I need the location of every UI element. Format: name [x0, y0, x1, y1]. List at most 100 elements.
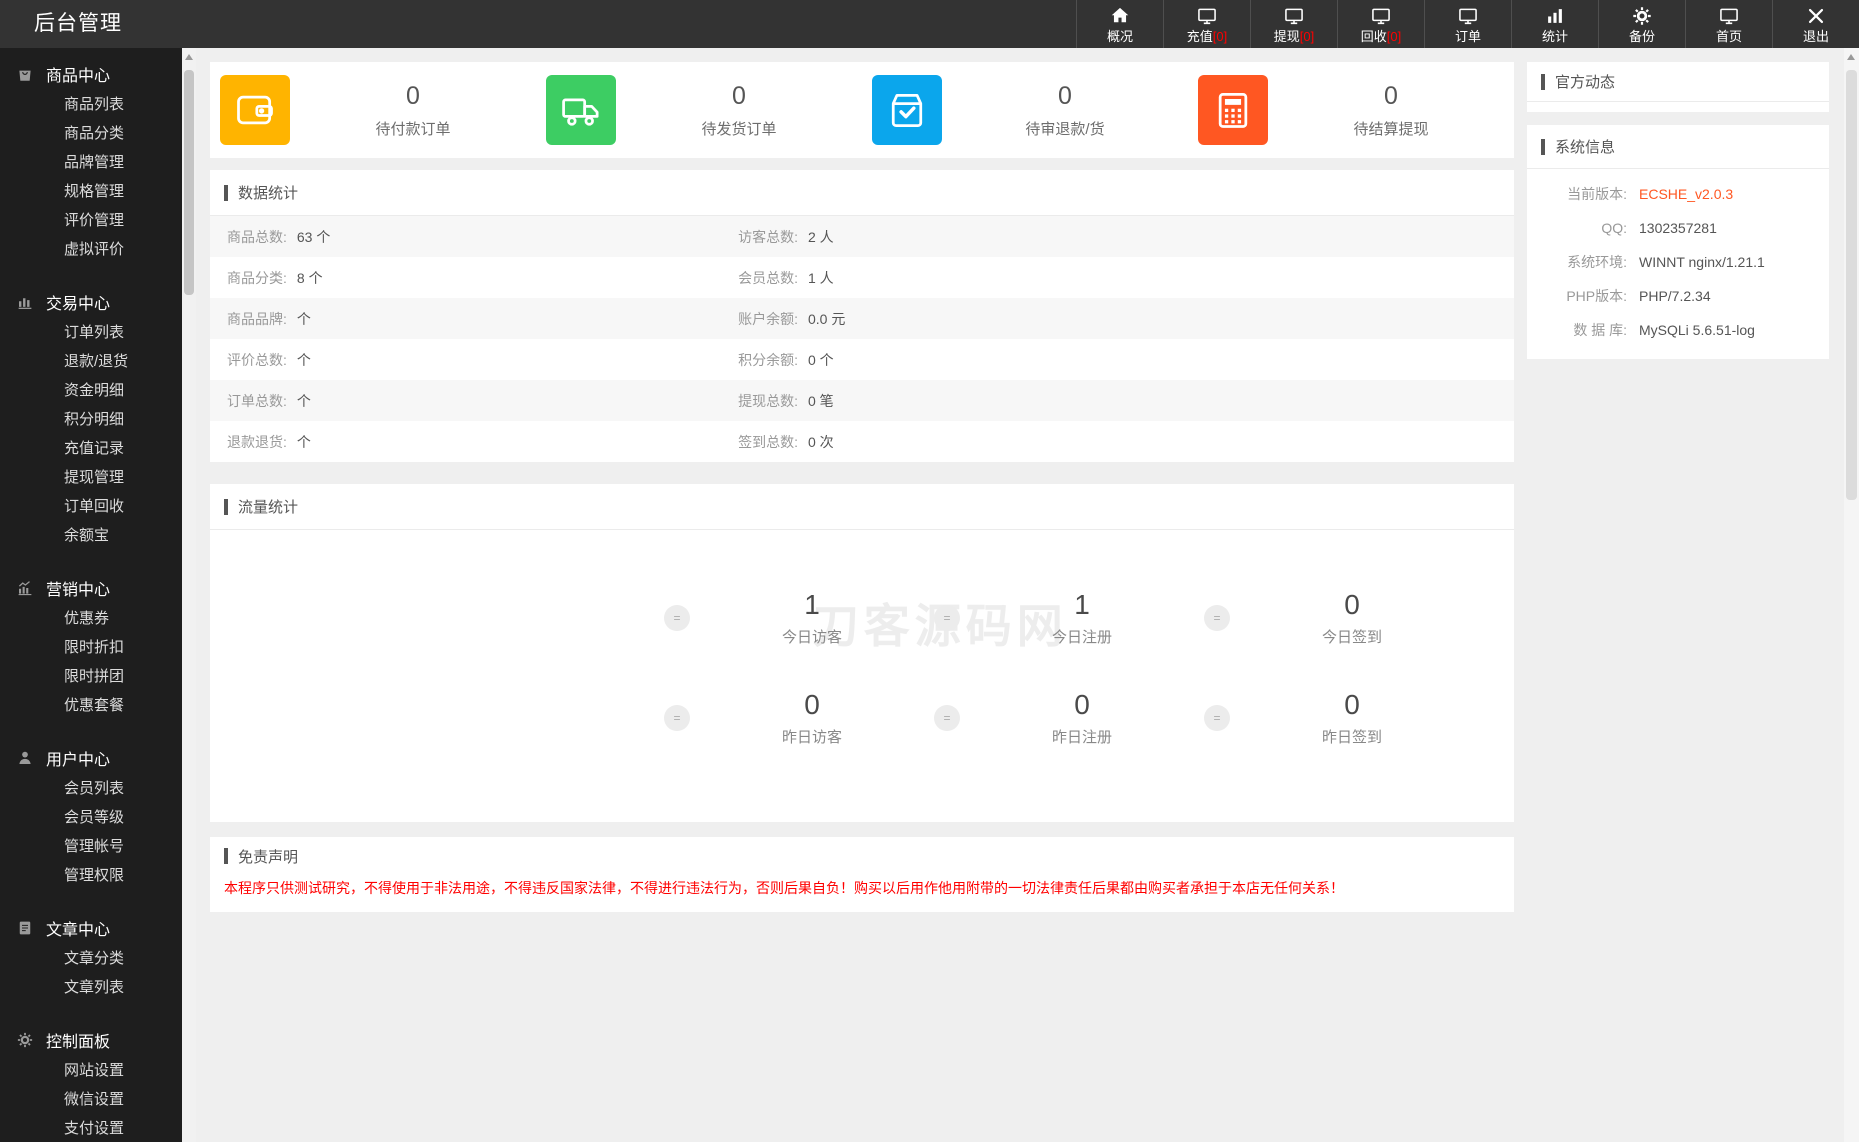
sidebar-item[interactable]: 网站设置	[0, 1056, 182, 1085]
traffic-value: 1	[1074, 589, 1090, 620]
sidebar-section-title: 控制面板	[46, 1034, 111, 1051]
traffic-value: 0	[1074, 689, 1090, 720]
stat-value: 0	[406, 81, 420, 110]
stat-card[interactable]: 0 待审退款/货	[862, 62, 1188, 158]
sidebar-item[interactable]: 提现管理	[0, 463, 182, 492]
sidebar-section-header-articles[interactable]: 文章中心	[0, 912, 182, 944]
topnav-item[interactable]: 统计	[1511, 0, 1598, 48]
scroll-up-icon[interactable]	[185, 54, 193, 60]
sidebar-item[interactable]: 支付设置	[0, 1114, 182, 1142]
system-info-row: 系统环境: WINNT nginx/1.21.1	[1527, 245, 1829, 279]
sidebar-item[interactable]: 订单回收	[0, 492, 182, 521]
sidebar-section-header-trade[interactable]: 交易中心	[0, 286, 182, 318]
topnav-item[interactable]: 备份	[1598, 0, 1685, 48]
stat-row-value: 0.0 元	[808, 310, 846, 327]
topnav: 概况 充值[0] 提现[0] 回收[0] 订单 统计 备份 首页 退出	[1076, 0, 1859, 48]
sidebar-item[interactable]: 文章分类	[0, 944, 182, 973]
topnav-item[interactable]: 提现[0]	[1250, 0, 1337, 48]
scroll-up-icon[interactable]	[1847, 54, 1855, 60]
sidebar-item[interactable]: 限时拼团	[0, 662, 182, 691]
traffic-value: 1	[804, 589, 820, 620]
placeholder-circle-icon: =	[1204, 705, 1230, 731]
sidebar-item[interactable]: 微信设置	[0, 1085, 182, 1114]
stat-row-value: 个	[296, 310, 311, 327]
page-scrollbar-thumb[interactable]	[1846, 70, 1857, 500]
sidebar-section-title: 商品中心	[46, 68, 111, 85]
sidebar-item[interactable]: 优惠套餐	[0, 691, 182, 720]
system-info-card: 系统信息 当前版本: ECSHE_v2.0.3 QQ: 1302357281 系…	[1527, 125, 1829, 359]
topnav-item[interactable]: 退出	[1772, 0, 1859, 48]
stat-row-label: 订单总数:	[227, 392, 287, 409]
section-accent-bar	[224, 848, 228, 864]
sidebar-item[interactable]: 优惠券	[0, 604, 182, 633]
topnav-item[interactable]: 首页	[1685, 0, 1772, 48]
data-stats-card: 数据统计 商品总数: 63 个 访客总数: 2 人 商品分类: 8 个 会员总数: 1 …	[210, 170, 1514, 462]
sidebar-section-header-panel[interactable]: 控制面板	[0, 1024, 182, 1056]
sidebar-item[interactable]: 管理权限	[0, 861, 182, 890]
sidebar-section-marketing: 营销中心 优惠券 限时折扣 限时拼团 优惠套餐	[0, 562, 182, 732]
stat-row-label: 评价总数:	[227, 351, 287, 368]
stat-card[interactable]: 0 待付款订单	[210, 62, 536, 158]
wallet-icon	[233, 88, 277, 132]
sidebar-item[interactable]: 限时折扣	[0, 633, 182, 662]
sidebar-item[interactable]: 会员等级	[0, 803, 182, 832]
sidebar-item[interactable]: 充值记录	[0, 434, 182, 463]
stat-card[interactable]: 0 待发货订单	[536, 62, 862, 158]
data-stats-header: 数据统计	[210, 170, 1514, 216]
sidebar-item[interactable]: 品牌管理	[0, 148, 182, 177]
stat-row-value: 8 个	[296, 269, 323, 286]
sidebar-item[interactable]: 文章列表	[0, 973, 182, 1002]
sidebar-scrollbar-thumb[interactable]	[184, 70, 194, 295]
sidebar-item[interactable]: 商品分类	[0, 119, 182, 148]
system-info-value: PHP/7.2.34	[1639, 288, 1711, 304]
sidebar-item[interactable]: 虚拟评价	[0, 235, 182, 264]
sidebar-item[interactable]: 商品列表	[0, 90, 182, 119]
sidebar-item[interactable]: 规格管理	[0, 177, 182, 206]
stat-card[interactable]: 0 待结算提现	[1188, 62, 1514, 158]
sidebar-item[interactable]: 积分明细	[0, 405, 182, 434]
topnav-item[interactable]: 订单	[1424, 0, 1511, 48]
sidebar-item[interactable]: 会员列表	[0, 774, 182, 803]
stat-row-label: 商品总数:	[227, 228, 287, 245]
topnav-item[interactable]: 回收[0]	[1337, 0, 1424, 48]
topnav-label: 概况	[1106, 28, 1133, 44]
section-title: 系统信息	[1555, 139, 1616, 156]
sidebar-section-users: 用户中心 会员列表 会员等级 管理帐号 管理权限	[0, 732, 182, 902]
topnav-item[interactable]: 概况	[1076, 0, 1163, 48]
sidebar-scrollbar[interactable]	[182, 48, 196, 1142]
sidebar-item[interactable]: 退款/退货	[0, 347, 182, 376]
trend-icon	[16, 579, 34, 597]
page-scrollbar[interactable]	[1844, 48, 1859, 1142]
sidebar-section-header-users[interactable]: 用户中心	[0, 742, 182, 774]
stat-row-value: 0 次	[808, 433, 834, 450]
traffic-cell: = 0 今日签到	[1204, 582, 1474, 654]
chart-bars-icon	[16, 293, 34, 311]
traffic-label: 昨日注册	[1051, 729, 1112, 746]
sidebar-section-header-goods[interactable]: 商品中心	[0, 58, 182, 90]
section-title: 官方动态	[1555, 74, 1616, 91]
sidebar-item[interactable]: 余额宝	[0, 521, 182, 550]
bag-icon	[16, 65, 34, 83]
sidebar-item[interactable]: 订单列表	[0, 318, 182, 347]
topnav-label: 提现	[1273, 28, 1300, 44]
section-title: 免责声明	[238, 848, 299, 866]
sidebar-item[interactable]: 评价管理	[0, 206, 182, 235]
topnav-item[interactable]: 充值[0]	[1163, 0, 1250, 48]
close-icon	[1805, 5, 1827, 27]
topnav-label: 回收	[1360, 28, 1387, 44]
section-title: 流量统计	[238, 499, 299, 516]
system-info-label: 数 据 库:	[1573, 322, 1627, 338]
section-accent-bar	[1541, 138, 1545, 155]
stats-icon	[1544, 5, 1566, 27]
sidebar-section-title: 营销中心	[46, 582, 111, 599]
stat-row-label: 商品分类:	[227, 269, 287, 286]
sidebar-item[interactable]: 管理帐号	[0, 832, 182, 861]
sidebar-section-trade: 交易中心 订单列表 退款/退货 资金明细 积分明细 充值记录 提现管理 订单回收 余额宝	[0, 276, 182, 562]
sidebar-item[interactable]: 资金明细	[0, 376, 182, 405]
pending-stats-strip: 0 待付款订单 0 待发货订单 0 待审退款/货 0 待结算提现	[210, 62, 1514, 158]
sidebar-section-header-marketing[interactable]: 营销中心	[0, 572, 182, 604]
topnav-label: 充值	[1186, 28, 1213, 44]
section-accent-bar	[224, 498, 228, 515]
doc-icon	[16, 919, 34, 937]
traffic-label: 今日注册	[1051, 629, 1112, 646]
